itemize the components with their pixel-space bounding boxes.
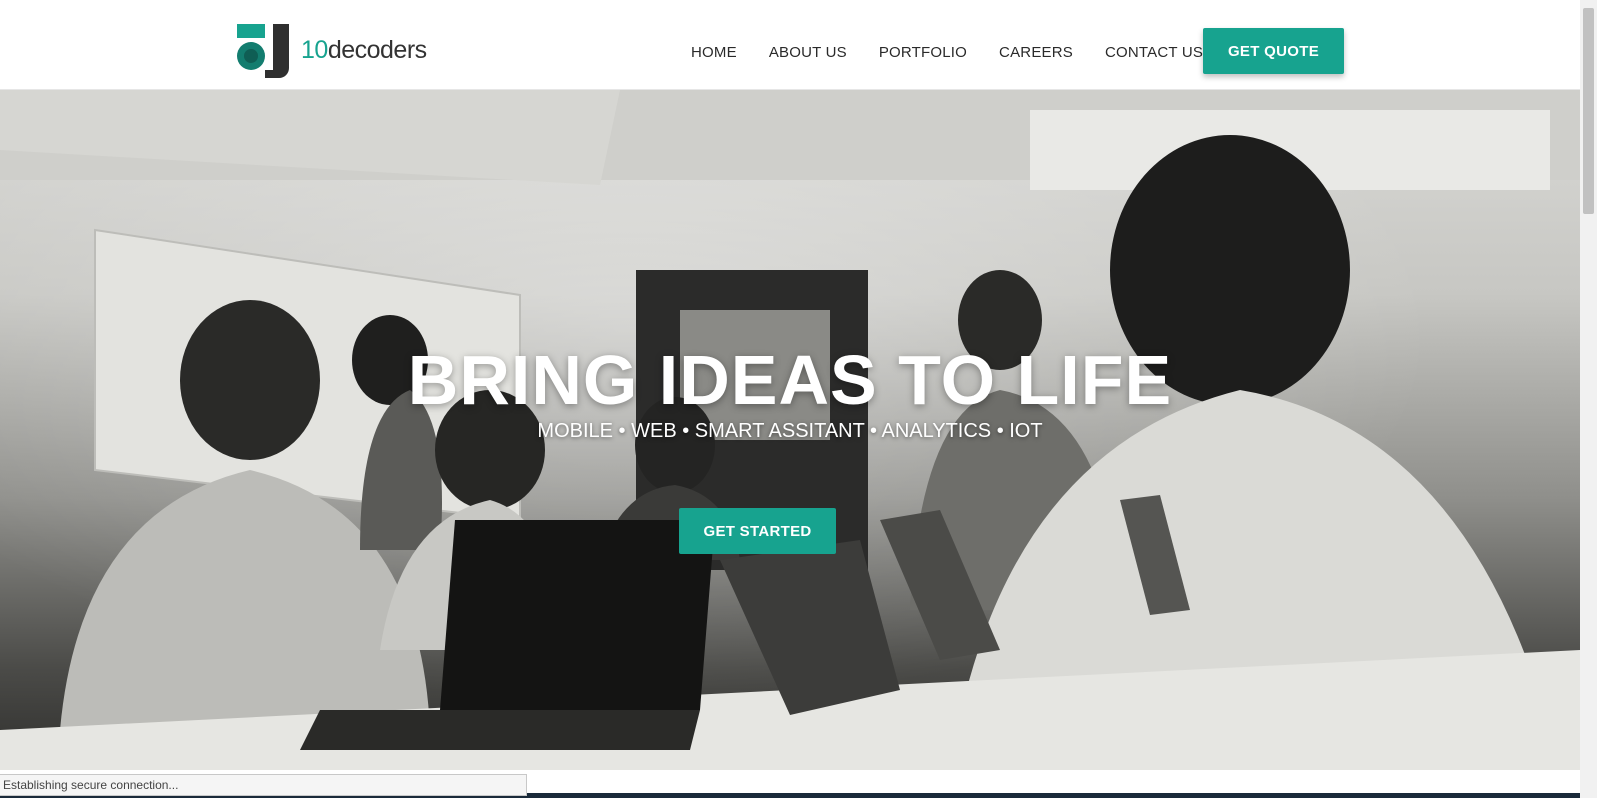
logo-wordmark: 10decoders	[301, 36, 427, 65]
nav-contact-us[interactable]: CONTACT US	[1105, 44, 1203, 61]
nav-portfolio[interactable]: PORTFOLIO	[879, 44, 967, 61]
hero-title: BRING IDEAS TO LIFE	[407, 341, 1173, 419]
logo-number: 10	[301, 36, 328, 64]
scrollbar-thumb[interactable]	[1583, 8, 1594, 214]
page-scrollbar[interactable]	[1580, 0, 1597, 798]
nav-about-us[interactable]: ABOUT US	[769, 44, 847, 61]
nav-careers[interactable]: CAREERS	[999, 44, 1073, 61]
logo-mark-icon	[237, 24, 289, 78]
site-header: 10decoders HOME ABOUT US PORTFOLIO CAREE…	[0, 0, 1580, 90]
main-nav: HOME ABOUT US PORTFOLIO CAREERS CONTACT …	[691, 44, 1235, 61]
nav-home[interactable]: HOME	[691, 44, 737, 61]
hero-section: BRING IDEAS TO LIFE MOBILE • WEB • SMART…	[0, 90, 1580, 770]
browser-status-bar: Establishing secure connection...	[0, 774, 527, 796]
get-quote-button[interactable]: GET QUOTE	[1203, 28, 1344, 74]
logo-word: decoders	[327, 36, 427, 64]
get-started-button[interactable]: GET STARTED	[679, 508, 836, 554]
hero-subtitle: MOBILE • WEB • SMART ASSITANT • ANALYTIC…	[537, 420, 1043, 442]
brand-logo[interactable]: 10decoders	[237, 22, 437, 78]
